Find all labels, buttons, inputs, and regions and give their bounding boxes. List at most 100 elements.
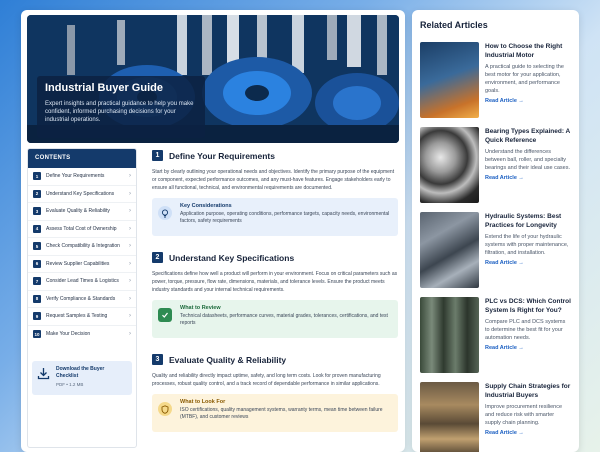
article-title: Supply Chain Strategies for Industrial B…: [485, 383, 571, 399]
callout-what-to-review: What to Review Technical datasheets, per…: [152, 300, 398, 338]
related-article-2[interactable]: Bearing Types Explained: A Quick Referen…: [420, 127, 571, 203]
read-article-link[interactable]: Read Article →: [485, 345, 571, 351]
related-articles-heading: Related Articles: [420, 20, 488, 30]
toc-item-number: 9: [33, 312, 41, 321]
article-summary: Extend the life of your hydraulic system…: [485, 234, 569, 256]
toc-item-number: 7: [33, 277, 41, 286]
article-summary: Understand the differences between ball,…: [485, 149, 570, 171]
section-number: 3: [152, 354, 163, 365]
main-guide-card: Industrial Buyer Guide Expert insights a…: [21, 10, 405, 452]
toc-item-label: Make Your Decision: [46, 331, 91, 338]
section-title: Define Your Requirements: [169, 150, 275, 161]
toc-item-8[interactable]: 8 Verify Compliance & Standards ›: [28, 291, 136, 308]
chevron-right-icon: ›: [129, 295, 131, 302]
callout-title: What to Look For: [180, 399, 226, 405]
toc-item-label: Review Supplier Capabilities: [46, 260, 110, 267]
callout-text: Technical datasheets, performance curves…: [180, 313, 388, 326]
chevron-right-icon: ›: [129, 278, 131, 285]
toc-item-7[interactable]: 7 Consider Lead Times & Logistics ›: [28, 273, 136, 291]
article-summary: Compare PLC and DCS systems to determine…: [485, 319, 566, 341]
read-article-link[interactable]: Read Article →: [485, 430, 571, 436]
article-thumbnail: [420, 127, 479, 203]
download-icon: [37, 368, 50, 380]
chevron-right-icon: ›: [129, 173, 131, 180]
download-file-meta: PDF • 1.2 MB: [56, 382, 84, 387]
article-title: Hydraulic Systems: Best Practices for Lo…: [485, 213, 562, 229]
related-article-3[interactable]: Hydraulic Systems: Best Practices for Lo…: [420, 212, 571, 288]
toc-item-label: Request Samples & Testing: [46, 313, 108, 320]
toc-item-3[interactable]: 3 Evaluate Quality & Reliability ›: [28, 203, 136, 221]
toc-item-number: 4: [33, 224, 41, 233]
toc-item-number: 3: [33, 207, 41, 216]
related-article-4[interactable]: PLC vs DCS: Which Control System Is Righ…: [420, 297, 571, 373]
lightbulb-icon: [158, 206, 172, 220]
checklist-icon: [158, 308, 172, 322]
section-body: Specifications define how well a product…: [152, 271, 398, 293]
toc-heading: CONTENTS: [28, 149, 136, 168]
callout-title: Key Considerations: [180, 203, 232, 209]
section-number: 1: [152, 150, 163, 161]
article-summary: Improve procurement resilience and reduc…: [485, 404, 563, 426]
callout-what-to-look-for: What to Look For ISO certifications, qua…: [152, 394, 398, 432]
callout-title: What to Review: [180, 305, 221, 311]
toc-item-label: Check Compatibility & Integration: [46, 243, 120, 250]
article-thumbnail: [420, 42, 479, 118]
callout-text: ISO certifications, quality management s…: [180, 407, 383, 420]
table-of-contents: CONTENTS 1 Define Your Requirements › 2 Und…: [27, 148, 137, 448]
read-article-link[interactable]: Read Article →: [485, 98, 571, 104]
toc-item-6[interactable]: 6 Review Supplier Capabilities ›: [28, 256, 136, 273]
toc-item-number: 2: [33, 189, 41, 198]
section-title: Understand Key Specifications: [169, 252, 295, 263]
toc-item-number: 10: [33, 330, 41, 339]
article-title: How to Choose the Right Industrial Motor: [485, 43, 563, 59]
toc-item-5[interactable]: 5 Check Compatibility & Integration ›: [28, 238, 136, 256]
chevron-right-icon: ›: [129, 313, 131, 320]
read-article-link[interactable]: Read Article →: [485, 260, 571, 266]
section-quality-reliability: 3 Evaluate Quality & Reliability Quality…: [152, 354, 398, 432]
download-title: Download the Buyer Checklist: [56, 366, 105, 379]
chevron-right-icon: ›: [129, 208, 131, 215]
chevron-right-icon: ›: [129, 260, 131, 267]
chevron-right-icon: ›: [129, 190, 131, 197]
chevron-right-icon: ›: [129, 243, 131, 250]
hero-banner: Industrial Buyer Guide Expert insights a…: [27, 15, 399, 143]
related-articles-panel: Related Articles How to Choose the Right…: [412, 10, 579, 452]
related-article-5[interactable]: Supply Chain Strategies for Industrial B…: [420, 382, 571, 452]
section-title: Evaluate Quality & Reliability: [169, 354, 287, 365]
toc-item-number: 5: [33, 242, 41, 251]
callout-text: Application purpose, operating condition…: [180, 211, 390, 224]
read-article-link[interactable]: Read Article →: [485, 175, 571, 181]
toc-item-label: Consider Lead Times & Logistics: [46, 278, 119, 285]
toc-item-number: 1: [33, 172, 41, 181]
toc-item-4[interactable]: 4 Assess Total Cost of Ownership ›: [28, 221, 136, 238]
toc-item-label: Define Your Requirements: [46, 173, 105, 180]
related-article-1[interactable]: How to Choose the Right Industrial Motor…: [420, 42, 571, 118]
section-key-specifications: 2 Understand Key Specifications Specific…: [152, 252, 398, 338]
hero-subtitle: Expert insights and practical guidance t…: [45, 101, 194, 123]
section-number: 2: [152, 252, 163, 263]
toc-item-10[interactable]: 10 Make Your Decision ›: [28, 326, 136, 344]
article-summary: A practical guide to selecting the best …: [485, 64, 564, 94]
toc-item-number: 6: [33, 259, 41, 268]
article-thumbnail: [420, 297, 479, 373]
toc-item-number: 8: [33, 294, 41, 303]
shield-icon: [158, 402, 172, 416]
article-title: Bearing Types Explained: A Quick Referen…: [485, 128, 571, 144]
toc-item-label: Assess Total Cost of Ownership: [46, 225, 117, 232]
section-body: Quality and reliability directly impact …: [152, 373, 381, 387]
toc-item-2[interactable]: 2 Understand Key Specifications ›: [28, 186, 136, 203]
toc-item-label: Understand Key Specifications: [46, 190, 115, 197]
article-title: PLC vs DCS: Which Control System Is Righ…: [485, 298, 571, 314]
download-checklist-button[interactable]: Download the Buyer Checklist PDF • 1.2 M…: [32, 361, 132, 395]
toc-item-1[interactable]: 1 Define Your Requirements ›: [28, 168, 136, 186]
chevron-right-icon: ›: [129, 225, 131, 232]
page-title: Industrial Buyer Guide: [45, 82, 163, 94]
section-body: Start by clearly outlining your operatio…: [152, 169, 395, 191]
toc-item-label: Evaluate Quality & Reliability: [46, 208, 110, 215]
hero-text-box: Industrial Buyer Guide Expert insights a…: [37, 76, 205, 138]
toc-item-9[interactable]: 9 Request Samples & Testing ›: [28, 308, 136, 326]
article-thumbnail: [420, 212, 479, 288]
callout-key-considerations: Key Considerations Application purpose, …: [152, 198, 398, 236]
chevron-right-icon: ›: [129, 331, 131, 338]
article-thumbnail: [420, 382, 479, 452]
